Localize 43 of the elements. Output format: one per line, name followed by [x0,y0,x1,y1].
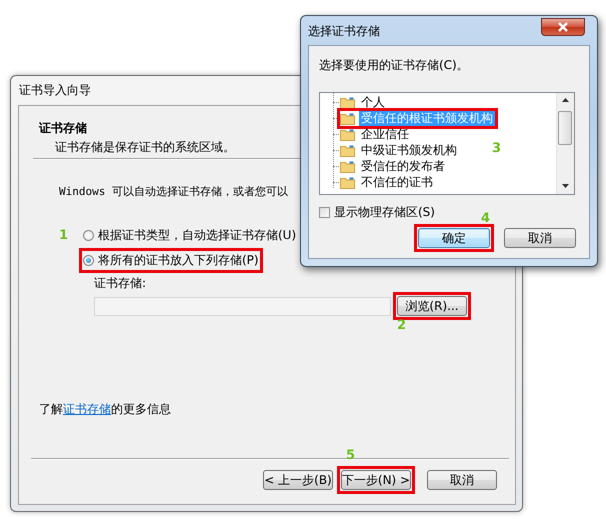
close-icon [557,22,569,32]
radio-option[interactable]: 将所有的证书放入下列存储(P) [83,252,259,269]
checkbox-label: 显示物理存储区(S) [334,204,435,221]
folder-icon [340,176,355,188]
window-title: 证书导入向导 [19,82,91,99]
radio-option[interactable]: 根据证书类型，自动选择证书存储(U) [83,227,296,244]
store-label: 证书存储: [94,275,148,292]
store-tree[interactable]: 个人 受信任的根证书颁发机构 企业信任 中级证书颁发机构 受信任的发布者 不信任的证书 3 [319,92,575,195]
ok-button[interactable]: 确定 [418,228,490,248]
back-button[interactable]: < 上一步(B) [263,470,333,490]
cancel-button[interactable]: 取消 [427,470,497,490]
folder-icon [340,112,355,124]
folder-icon [340,144,355,156]
close-button[interactable] [541,18,585,36]
intro-text: Windows 可以自动选择证书存储，或者您可以 [59,184,289,199]
checkbox[interactable] [319,207,330,218]
tree-item[interactable]: 个人 [359,94,387,110]
dialog-prompt: 选择要使用的证书存储(C)。 [319,57,470,74]
scroll-thumb[interactable] [558,111,572,145]
help-link[interactable]: 证书存储 [63,402,111,416]
tree-item[interactable]: 不信任的证书 [359,174,435,190]
tree-item[interactable]: 中级证书颁发机构 [359,142,459,158]
page-heading: 证书存储 [39,120,87,137]
page-description: 证书存储是保存证书的系统区域。 [55,139,235,156]
step-number: 1 [59,229,68,242]
folder-icon [340,128,355,140]
scrollbar[interactable] [556,93,574,194]
help-text: 了解证书存储的更多信息 [38,401,172,418]
scroll-up-icon [562,98,569,102]
dialog-title: 选择证书存储 [308,22,380,40]
step-number: 4 [481,212,490,225]
scroll-down-icon [562,184,569,188]
next-button[interactable]: 下一步(N) > [341,470,411,490]
tree-item[interactable]: 受信任的发布者 [359,158,447,174]
folder-icon [340,96,355,108]
tree-item[interactable]: 企业信任 [359,126,411,142]
folder-icon [340,160,355,172]
cancel-button[interactable]: 取消 [504,228,576,248]
store-field[interactable] [94,296,391,316]
step-number: 5 [346,449,356,462]
step-number: 2 [397,319,406,332]
step-number: 3 [492,142,502,155]
browse-button[interactable]: 浏览(R)... [397,296,467,316]
